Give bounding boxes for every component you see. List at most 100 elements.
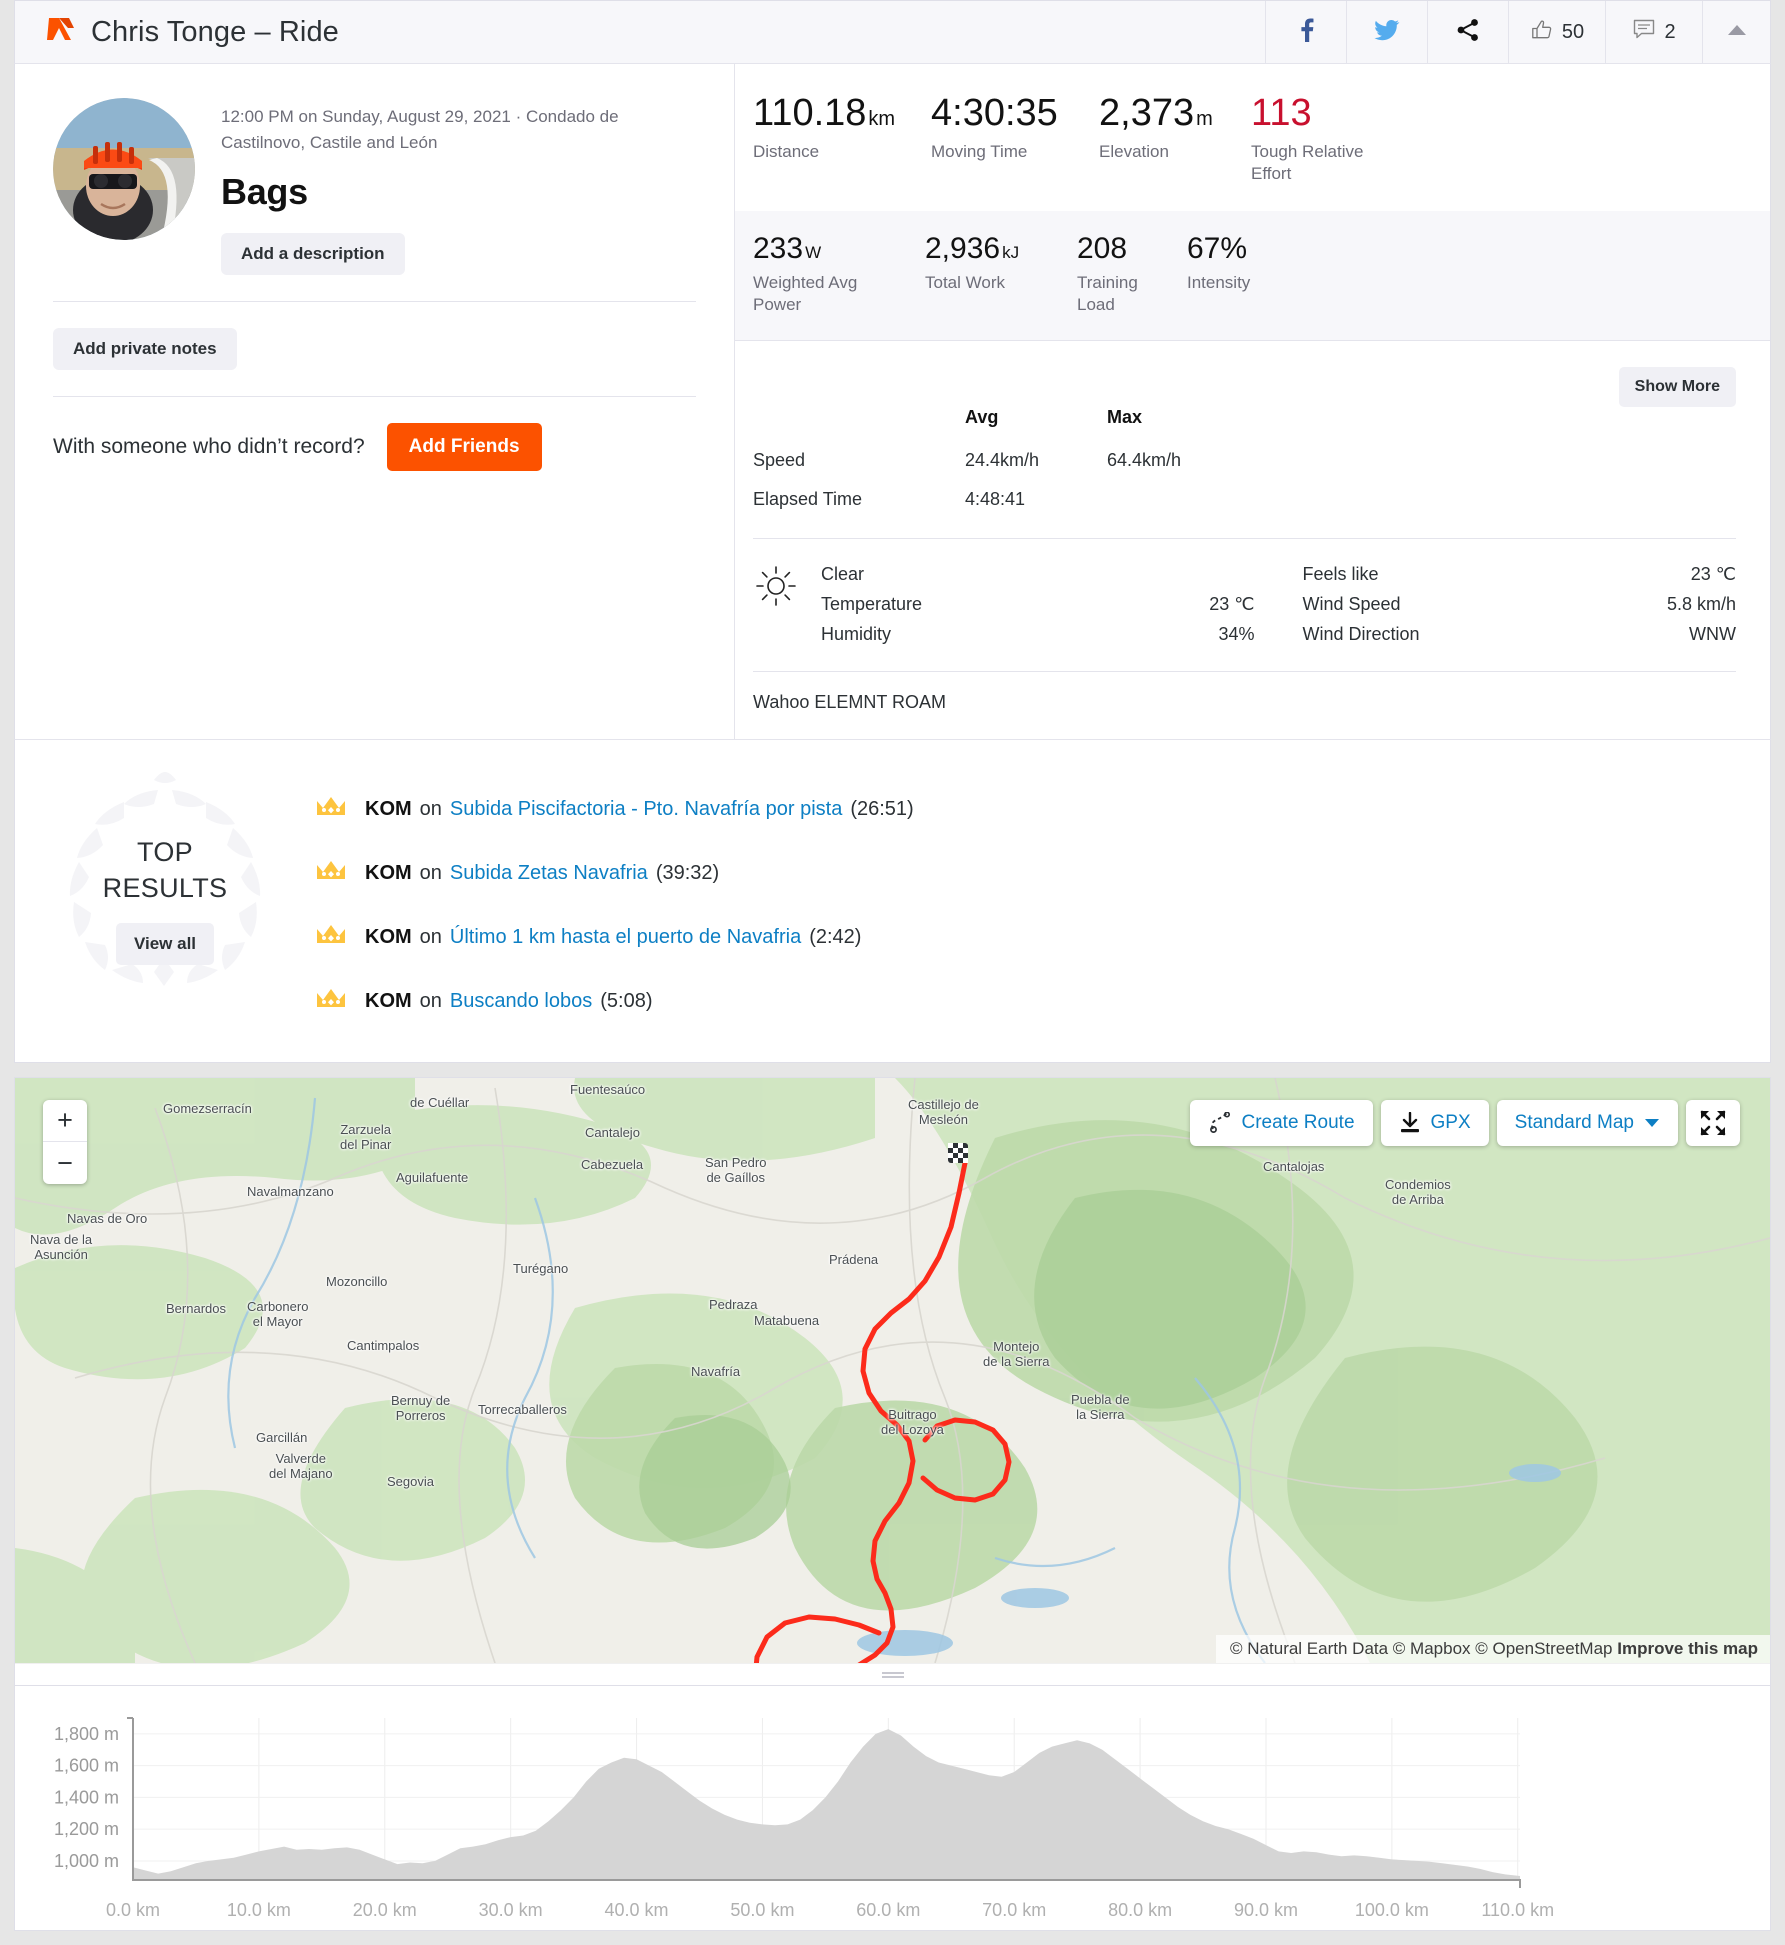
avg-max-table: Avg Max Speed 24.4km/h 64.4km/h Elapsed …: [753, 407, 1736, 522]
map-resize-handle[interactable]: [15, 1663, 1770, 1686]
weather-value: 23 ℃: [1209, 594, 1255, 614]
finish-marker: [948, 1143, 968, 1164]
divider: [53, 300, 696, 302]
route-dashed-icon: [1208, 1112, 1232, 1134]
list-item: KOM on Subida Piscifactoria - Pto. Navaf…: [315, 794, 1770, 824]
thumbs-up-icon: [1530, 18, 1554, 47]
row-pad: [1287, 444, 1736, 483]
table-row: Speed 24.4km/h 64.4km/h: [753, 444, 1736, 483]
avatar[interactable]: [53, 98, 195, 240]
show-more-button[interactable]: Show More: [1618, 366, 1736, 407]
secondary-stats: 233 W Weighted Avg Power 2,936 kJ Total Wo…: [735, 211, 1770, 341]
map-basemap: [15, 1078, 1770, 1664]
top-results-badge: TOP RESULTS View all: [15, 772, 315, 1016]
add-private-notes-button[interactable]: Add private notes: [53, 327, 237, 370]
map-zoom-controls[interactable]: + −: [43, 1100, 87, 1185]
svg-text:1,200 m: 1,200 m: [54, 1820, 119, 1840]
top-results-title-line1: TOP: [137, 837, 193, 868]
kudos-count: 50: [1561, 20, 1585, 43]
stat-total-work: 2,936 kJ Total Work: [925, 233, 1077, 316]
activity-header-bar: Chris Tonge – Ride 50 2: [14, 0, 1771, 64]
kom-time: (5:08): [600, 989, 653, 1012]
th-avg: Avg: [965, 406, 999, 427]
weather-row: Temperature 23 ℃: [821, 589, 1255, 619]
friends-prompt-label: With someone who didn’t record?: [53, 434, 365, 458]
map-card: Gomezserracín de Cuéllar Fuentesaúco Cantal…: [14, 1077, 1771, 1687]
activity-map[interactable]: Gomezserracín de Cuéllar Fuentesaúco Cantal…: [15, 1078, 1770, 1664]
stat-label: Intensity: [1187, 272, 1251, 292]
weather-condition: Clear: [821, 563, 865, 584]
twitter-share-button[interactable]: [1346, 1, 1427, 63]
kom-type: KOM: [365, 925, 412, 948]
weather-value: 23 ℃: [1690, 563, 1736, 584]
collapse-button[interactable]: [1702, 1, 1770, 63]
weather-value: 5.8 km/h: [1666, 594, 1736, 614]
svg-text:30.0 km: 30.0 km: [479, 1900, 543, 1920]
stat-label: Tough Relative Effort: [1251, 141, 1364, 183]
stat-value: 110.18: [753, 92, 867, 134]
triangle-up-icon: [1727, 23, 1747, 42]
svg-text:110.0 km: 110.0 km: [1481, 1900, 1554, 1920]
kom-segment-link[interactable]: Buscando lobos: [450, 990, 592, 1013]
comments-button[interactable]: 2: [1605, 1, 1702, 63]
th-actions: [1287, 407, 1736, 444]
kom-segment-link[interactable]: Subida Zetas Navafria: [450, 862, 648, 885]
add-friends-button[interactable]: Add Friends: [386, 422, 542, 471]
weather-key: Temperature: [821, 594, 923, 614]
top-results-section: TOP RESULTS View all KOM on Subida Pisci…: [14, 739, 1771, 1064]
improve-map-link[interactable]: Improve this map: [1617, 1639, 1758, 1658]
elevation-chart[interactable]: 1,000 m 1,200 m 1,400 m 1,600 m 1,800 m 0.0 k…: [14, 1686, 1771, 1932]
top-results-title-line2: RESULTS: [102, 873, 228, 904]
gpx-download-button[interactable]: GPX: [1380, 1100, 1489, 1147]
svg-text:10.0 km: 10.0 km: [227, 1900, 291, 1920]
gpx-label: GPX: [1430, 1112, 1471, 1134]
zoom-out-button[interactable]: −: [43, 1142, 87, 1184]
activity-stats-column: 110.18 km Distance 4:30:35 Moving Time 2,…: [735, 64, 1770, 739]
header-actions: 50 2: [1265, 1, 1770, 63]
row-avg: 24.4km/h: [965, 449, 1040, 470]
svg-text:1,000 m: 1,000 m: [54, 1851, 119, 1871]
divider: [53, 395, 696, 397]
kom-time: (39:32): [655, 861, 720, 884]
facebook-share-button[interactable]: [1265, 1, 1346, 63]
divider: [753, 671, 1736, 673]
svg-text:90.0 km: 90.0 km: [1234, 1900, 1298, 1920]
svg-text:40.0 km: 40.0 km: [605, 1900, 669, 1920]
view-all-button[interactable]: View all: [115, 922, 215, 965]
weather-section: Clear Temperature 23 ℃ Humidity 34% Feel…: [735, 537, 1770, 650]
primary-stats: 110.18 km Distance 4:30:35 Moving Time 2,…: [735, 64, 1770, 211]
kom-type: KOM: [365, 797, 412, 820]
activity-detail-column: 12:00 PM on Sunday, August 29, 2021 · Co…: [15, 64, 735, 740]
weather-left-column: Clear Temperature 23 ℃ Humidity 34%: [821, 559, 1255, 650]
stat-value: 208: [1077, 232, 1128, 266]
kom-segment-link[interactable]: Subida Piscifactoria - Pto. Navafría por…: [450, 798, 842, 821]
table-header-row: Avg Max: [753, 407, 1736, 444]
fullscreen-button[interactable]: [1686, 1100, 1740, 1147]
add-description-button[interactable]: Add a description: [221, 232, 405, 275]
stat-value: 113: [1251, 92, 1312, 134]
svg-text:20.0 km: 20.0 km: [353, 1900, 417, 1920]
kudos-button[interactable]: 50: [1508, 1, 1605, 63]
chevron-down-icon: [1644, 1118, 1660, 1128]
kom-segment-link[interactable]: Último 1 km hasta el puerto de Navafria: [450, 926, 801, 949]
comments-count: 2: [1664, 20, 1676, 43]
kom-connector: on: [419, 925, 442, 948]
svg-text:1,800 m: 1,800 m: [54, 1724, 119, 1744]
table-row: Elapsed Time 4:48:41: [753, 483, 1736, 522]
stat-value: 4:30:35: [931, 92, 1058, 134]
activity-name: Bags: [221, 170, 308, 212]
stat-label: Total Work: [925, 272, 1005, 292]
row-avg: 4:48:41: [965, 488, 1026, 509]
th-max: Max: [1107, 406, 1143, 427]
elevation-chart-svg: 1,000 m 1,200 m 1,400 m 1,600 m 1,800 m 0.0 k…: [54, 1717, 1554, 1920]
map-style-select[interactable]: Standard Map: [1496, 1100, 1678, 1147]
stat-unit: m: [1196, 108, 1213, 130]
share-button[interactable]: [1427, 1, 1508, 63]
create-route-button[interactable]: Create Route: [1189, 1100, 1373, 1147]
facebook-icon: [1295, 17, 1317, 48]
header-brand: Chris Tonge – Ride: [15, 1, 1265, 63]
weather-row: Wind Direction WNW: [1303, 619, 1737, 649]
zoom-in-button[interactable]: +: [43, 1100, 87, 1143]
stat-value: 2,373: [1099, 92, 1195, 134]
stat-training-load: 208 Training Load: [1077, 233, 1187, 316]
